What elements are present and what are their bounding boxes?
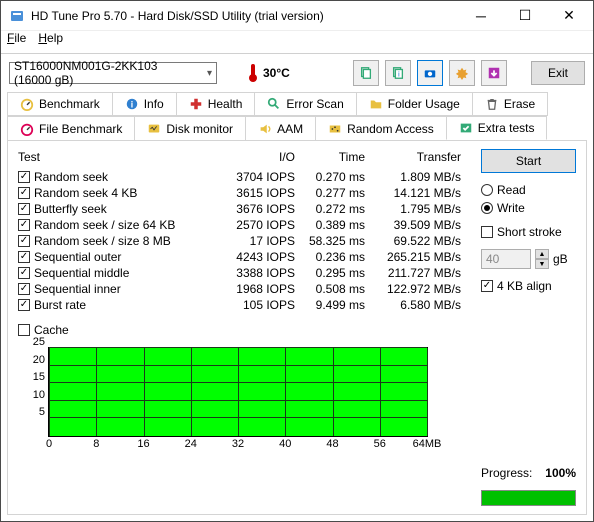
tabrow-top: Benchmark iInfo Health Error Scan Folder… (7, 92, 587, 116)
radio-write[interactable]: Write (481, 201, 576, 215)
right-panel: Start Read Write Short stroke 40 ▲▼ gB 4… (471, 141, 586, 514)
radio-write-input[interactable] (481, 202, 493, 214)
row-checkbox[interactable] (18, 267, 30, 279)
table-row: Random seek / size 8 MB17 IOPS58.325 ms6… (18, 233, 461, 249)
row-checkbox[interactable] (18, 171, 30, 183)
table-rows: Random seek3704 IOPS0.270 ms1.809 MB/sRa… (18, 169, 461, 313)
progress-label: Progress: (481, 466, 532, 480)
screenshot-button[interactable] (417, 60, 443, 86)
table-row: Burst rate105 IOPS9.499 ms6.580 MB/s (18, 297, 461, 313)
cache-checkbox[interactable] (18, 324, 30, 336)
tab-container: Benchmark iInfo Health Error Scan Folder… (7, 92, 587, 515)
gauge-icon (20, 97, 34, 111)
row-checkbox[interactable] (18, 235, 30, 247)
table-row: Sequential middle3388 IOPS0.295 ms211.72… (18, 265, 461, 281)
spin-down[interactable]: ▼ (535, 259, 549, 269)
align-checkbox[interactable]: 4 KB align (481, 279, 576, 293)
extra-icon (459, 121, 473, 135)
drive-select-value: ST16000NM001G-2KK103 (16000 gB) (14, 59, 198, 87)
health-icon (189, 97, 203, 111)
mode-radio-group: Read Write (481, 183, 576, 215)
minimize-button[interactable]: ─ (459, 2, 503, 30)
svg-text:i: i (130, 100, 132, 110)
window-title: HD Tune Pro 5.70 - Hard Disk/SSD Utility… (31, 9, 459, 23)
tab-folder-usage[interactable]: Folder Usage (356, 92, 473, 116)
copy-text-button[interactable] (353, 60, 379, 86)
short-stroke-value: 40 (481, 249, 531, 269)
speaker-icon (258, 122, 272, 136)
row-checkbox[interactable] (18, 203, 30, 215)
close-button[interactable]: ✕ (547, 2, 591, 30)
header-transfer: Transfer (365, 150, 461, 164)
temperature-value: 30°C (263, 66, 290, 80)
spin-up[interactable]: ▲ (535, 249, 549, 259)
table-row: Sequential inner1968 IOPS0.508 ms122.972… (18, 281, 461, 297)
tab-benchmark[interactable]: Benchmark (7, 92, 113, 116)
radio-read-input[interactable] (481, 184, 493, 196)
app-window: HD Tune Pro 5.70 - Hard Disk/SSD Utility… (0, 0, 594, 522)
table-row: Sequential outer4243 IOPS0.236 ms265.215… (18, 249, 461, 265)
header-test: Test (18, 150, 215, 164)
magnifier-icon (267, 97, 281, 111)
tab-body: Test I/O Time Transfer Random seek3704 I… (7, 140, 587, 515)
tab-health[interactable]: Health (176, 92, 256, 116)
copy-info-button[interactable]: i (385, 60, 411, 86)
short-stroke-unit: gB (553, 252, 568, 266)
toolbar: ST16000NM001G-2KK103 (16000 gB) 30°C i E… (1, 56, 593, 90)
monitor-icon (147, 122, 161, 136)
short-stroke-checkbox[interactable]: Short stroke (481, 225, 576, 239)
tab-random-access[interactable]: Random Access (315, 116, 447, 140)
app-icon (9, 8, 25, 24)
exit-button[interactable]: Exit (531, 61, 585, 85)
row-checkbox[interactable] (18, 187, 30, 199)
options-button[interactable] (449, 60, 475, 86)
cache-label: Cache (34, 323, 69, 337)
info-icon: i (125, 97, 139, 111)
save-button[interactable] (481, 60, 507, 86)
progress-row: Progress: 100% (481, 466, 576, 480)
row-checkbox[interactable] (18, 299, 30, 311)
row-checkbox[interactable] (18, 219, 30, 231)
header-io: I/O (215, 150, 295, 164)
file-gauge-icon (20, 122, 34, 136)
tab-error-scan[interactable]: Error Scan (254, 92, 356, 116)
start-button[interactable]: Start (481, 149, 576, 173)
folder-icon (369, 97, 383, 111)
progress-value: 100% (545, 466, 576, 480)
row-checkbox[interactable] (18, 283, 30, 295)
menu-help[interactable]: Help (38, 31, 63, 51)
tabrow-bottom: File Benchmark Disk monitor AAM Random A… (7, 116, 587, 140)
tab-info[interactable]: iInfo (112, 92, 177, 116)
table-row: Butterfly seek3676 IOPS0.272 ms1.795 MB/… (18, 201, 461, 217)
row-checkbox[interactable] (18, 251, 30, 263)
table-row: Random seek3704 IOPS0.270 ms1.809 MB/s (18, 169, 461, 185)
chart: MB/s 5101520250816243240485664MB (48, 347, 428, 437)
titlebar: HD Tune Pro 5.70 - Hard Disk/SSD Utility… (1, 1, 593, 31)
thermometer-icon (249, 64, 257, 82)
table-row: Random seek / size 64 KB2570 IOPS0.389 m… (18, 217, 461, 233)
table-header: Test I/O Time Transfer (18, 149, 461, 165)
menubar: File Help (1, 31, 593, 51)
trash-icon (485, 97, 499, 111)
radio-read[interactable]: Read (481, 183, 576, 197)
tab-erase[interactable]: Erase (472, 92, 548, 116)
left-panel: Test I/O Time Transfer Random seek3704 I… (8, 141, 471, 514)
cache-checkbox-row[interactable]: Cache (18, 323, 461, 337)
menu-file[interactable]: File (7, 31, 26, 51)
short-stroke-input: 40 ▲▼ gB (481, 249, 576, 269)
tab-file-benchmark[interactable]: File Benchmark (7, 116, 135, 140)
header-time: Time (295, 150, 365, 164)
table-row: Random seek 4 KB3615 IOPS0.277 ms14.121 … (18, 185, 461, 201)
temperature: 30°C (249, 64, 290, 82)
tab-aam[interactable]: AAM (245, 116, 316, 140)
drive-select[interactable]: ST16000NM001G-2KK103 (16000 gB) (9, 62, 217, 84)
maximize-button[interactable]: ☐ (503, 2, 547, 30)
tab-disk-monitor[interactable]: Disk monitor (134, 116, 246, 140)
progress-bar (481, 490, 576, 506)
tab-extra-tests[interactable]: Extra tests (446, 116, 548, 140)
random-icon (328, 122, 342, 136)
